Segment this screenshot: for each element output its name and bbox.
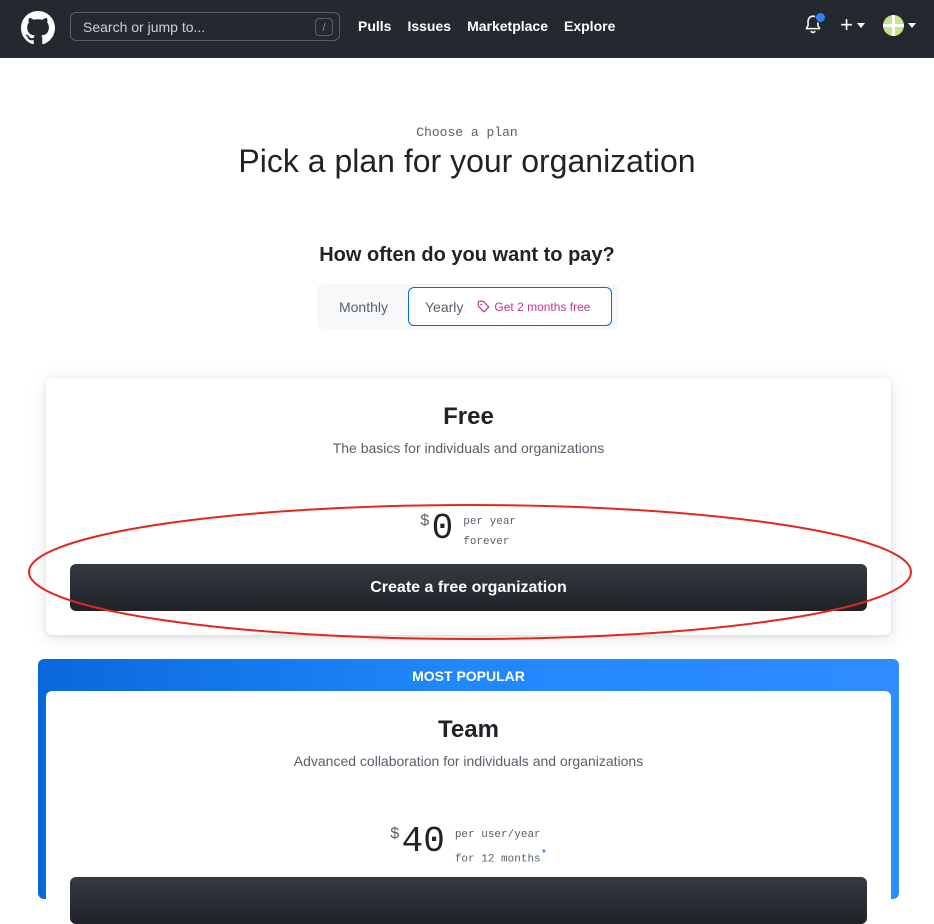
nav-link-explore[interactable]: Explore — [564, 18, 615, 34]
plus-icon: + — [840, 12, 853, 37]
header-nav: Pulls Issues Marketplace Explore — [358, 18, 615, 34]
nav-link-marketplace[interactable]: Marketplace — [467, 18, 548, 34]
plan-card-team-highlight: MOST POPULAR Team Advanced collaboration… — [38, 659, 899, 924]
price-period: per year — [463, 516, 517, 528]
user-menu[interactable] — [883, 14, 916, 36]
billing-yearly-button[interactable]: Yearly Get 2 months free — [408, 287, 612, 326]
team-plan-cta-button[interactable] — [70, 877, 867, 924]
chevron-down-icon — [908, 22, 916, 28]
price-footnote-marker: * — [540, 849, 548, 861]
plan-description: Advanced collaboration for individuals a… — [293, 753, 644, 769]
tag-icon — [478, 300, 490, 313]
price-duration: for 12 months* — [454, 849, 548, 866]
top-navigation-bar: / Pulls Issues Marketplace Explore + — [0, 0, 934, 58]
plan-description: The basics for individuals and organizat… — [332, 440, 605, 456]
nav-link-pulls[interactable]: Pulls — [358, 18, 391, 34]
billing-monthly-button[interactable]: Monthly — [321, 287, 406, 326]
price-amount: 40 — [401, 821, 445, 862]
price-currency: $ — [420, 512, 430, 530]
create-new-menu[interactable]: + — [840, 14, 865, 36]
github-logo-icon[interactable] — [21, 11, 55, 45]
search-box[interactable]: / — [70, 12, 340, 41]
plan-card-team: Team Advanced collaboration for individu… — [46, 691, 891, 924]
billing-period-toggle: Monthly Yearly Get 2 months free — [317, 284, 619, 329]
section-eyebrow: Choose a plan — [416, 125, 518, 140]
nav-link-issues[interactable]: Issues — [407, 18, 451, 34]
header-actions: + — [804, 12, 916, 36]
notifications-button[interactable] — [804, 12, 827, 36]
plan-name: Team — [438, 716, 499, 743]
notification-indicator — [815, 12, 827, 23]
price-amount: 0 — [431, 508, 454, 549]
yearly-promo-text: Get 2 months free — [494, 299, 591, 314]
chevron-down-icon — [857, 22, 865, 28]
plan-name: Free — [443, 403, 494, 430]
price-duration: forever — [463, 536, 510, 548]
page-title: Pick a plan for your organization — [238, 143, 696, 179]
most-popular-badge: MOST POPULAR — [412, 668, 525, 684]
plan-price: $ 0 per year forever — [420, 510, 516, 552]
plan-price: $ 40 per user/year for 12 months* — [390, 823, 547, 870]
search-input[interactable] — [71, 17, 315, 36]
create-free-organization-button[interactable]: Create a free organization — [70, 564, 867, 611]
search-shortcut-key: / — [315, 17, 333, 36]
price-currency: $ — [390, 825, 400, 843]
price-period: per user/year — [454, 829, 541, 841]
billing-question: How often do you want to pay? — [319, 244, 615, 266]
billing-yearly-label: Yearly — [425, 298, 464, 315]
plan-card-free: Free The basics for individuals and orga… — [46, 378, 891, 635]
avatar-icon — [883, 14, 904, 36]
